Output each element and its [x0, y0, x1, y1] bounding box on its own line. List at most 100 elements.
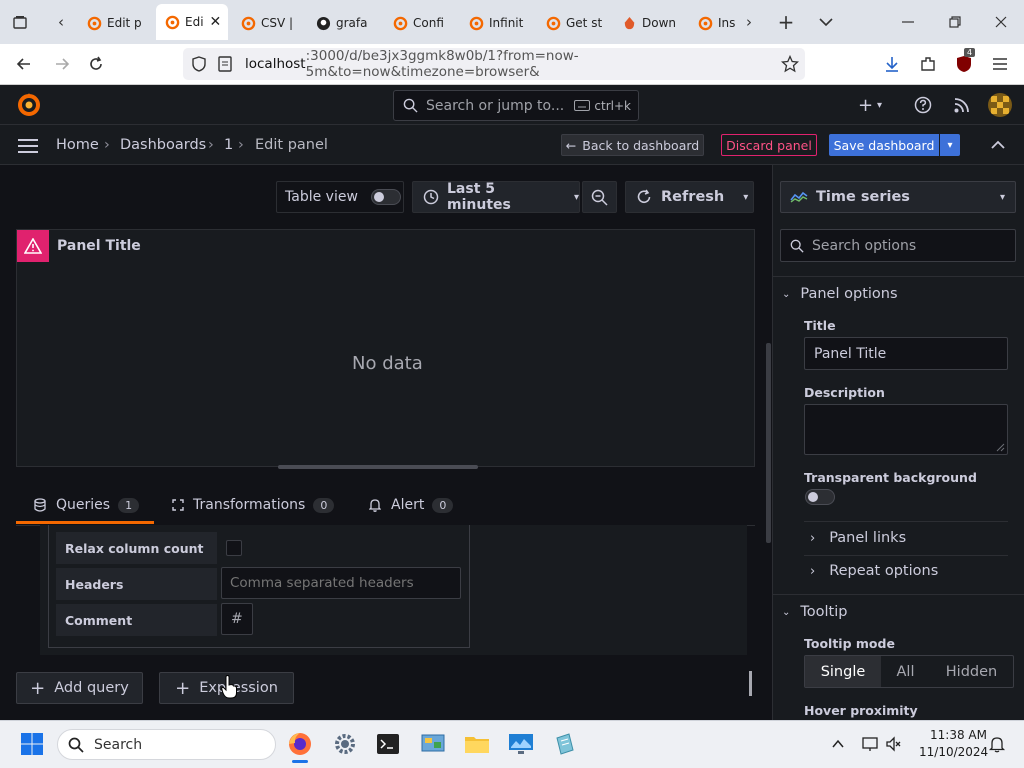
collapse-toolbar-icon[interactable]	[990, 138, 1006, 152]
back-to-dashboard-button[interactable]: ← Back to dashboard	[561, 134, 704, 156]
breadcrumb-home[interactable]: Home	[56, 137, 99, 153]
clock-time[interactable]: 11:38 AM	[930, 728, 987, 742]
time-range-picker[interactable]: Last 5 minutes ▾	[412, 181, 580, 213]
tab-overview-icon[interactable]	[8, 11, 32, 33]
forward-icon[interactable]	[50, 52, 74, 76]
headers-input[interactable]	[221, 567, 461, 599]
notepad-app-icon[interactable]	[551, 730, 579, 758]
visualization-picker[interactable]: Time series ▾	[780, 181, 1016, 213]
minimize-window-icon[interactable]	[896, 10, 920, 34]
table-view-toggle[interactable]: Table view	[276, 181, 404, 213]
refresh-button[interactable]: Refresh ▾	[625, 181, 754, 213]
warning-icon[interactable]	[17, 230, 49, 262]
browser-tab[interactable]: Down	[621, 6, 683, 40]
terminal-icon[interactable]	[374, 730, 402, 758]
save-dashboard-button[interactable]: Save dashboard	[829, 134, 939, 156]
grafana-icon	[240, 15, 256, 31]
panel-resize-handle[interactable]	[278, 465, 478, 469]
back-icon[interactable]	[12, 52, 36, 76]
menu-icon[interactable]	[988, 52, 1012, 76]
volume-muted-icon[interactable]	[885, 735, 903, 753]
tooltip-header[interactable]: ⌄ Tooltip	[782, 604, 847, 620]
tabs-scroll-right-icon[interactable]: ›	[738, 11, 760, 33]
firefox-icon[interactable]	[286, 730, 314, 758]
add-query-button[interactable]: + Add query	[16, 672, 143, 704]
tooltip-mode-single[interactable]: Single	[805, 656, 881, 687]
grafana-icon	[164, 14, 180, 30]
browser-tab[interactable]: Edit p	[86, 6, 152, 40]
zoom-out-button[interactable]	[582, 181, 617, 213]
table-view-switch[interactable]	[370, 189, 401, 205]
resize-grip-icon	[996, 443, 1005, 452]
grafana-icon	[392, 15, 408, 31]
transparent-background-switch[interactable]	[805, 489, 835, 505]
network-icon[interactable]	[861, 735, 879, 753]
restore-window-icon[interactable]	[943, 10, 967, 34]
browser-tab[interactable]: CSV |	[240, 6, 300, 40]
help-icon[interactable]	[913, 95, 933, 115]
tab-alert[interactable]: Alert 0	[369, 497, 454, 513]
panel-options-header[interactable]: ⌄ Panel options	[782, 286, 898, 302]
repeat-options-header[interactable]: › Repeat options	[810, 563, 938, 579]
tooltip-mode-hidden[interactable]: Hidden	[930, 656, 1013, 687]
ublock-icon[interactable]: 4	[952, 48, 976, 76]
tab-title: Confi	[413, 16, 444, 30]
tooltip-mode-all[interactable]: All	[881, 656, 930, 687]
new-tab-icon[interactable]: +	[774, 10, 798, 34]
comment-input[interactable]: #	[221, 603, 253, 635]
taskbar-search[interactable]: Search	[57, 729, 276, 760]
time-series-icon	[790, 190, 808, 204]
search-bar[interactable]: Search or jump to... ctrl+k	[393, 90, 639, 121]
news-rss-icon[interactable]	[953, 96, 971, 114]
monitor-app-icon[interactable]	[507, 730, 535, 758]
discard-panel-button[interactable]: Discard panel	[721, 134, 817, 156]
extensions-icon[interactable]	[916, 52, 940, 76]
tab-queries[interactable]: Queries 1	[34, 497, 140, 513]
tabs-scroll-left-icon[interactable]: ‹	[50, 11, 72, 33]
browser-tab[interactable]: grafa	[315, 6, 377, 40]
grafana-icon	[697, 15, 713, 31]
settings-gear-icon[interactable]	[331, 730, 359, 758]
relax-column-count-checkbox[interactable]	[226, 540, 242, 556]
file-explorer-icon[interactable]	[463, 730, 491, 758]
notification-bell-icon[interactable]	[988, 735, 1006, 753]
avatar[interactable]	[988, 93, 1012, 117]
list-all-tabs-icon[interactable]	[814, 10, 838, 34]
breadcrumb-dashboards[interactable]: Dashboards	[120, 137, 206, 153]
page-info-icon[interactable]	[217, 56, 233, 72]
infinity-icon	[468, 15, 484, 31]
title-input[interactable]: Panel Title	[804, 337, 1008, 370]
shield-icon[interactable]	[191, 56, 207, 72]
grafana-logo-icon[interactable]	[16, 92, 42, 118]
description-textarea[interactable]	[804, 404, 1008, 455]
chevron-right-icon: ›	[810, 530, 816, 546]
reload-icon[interactable]	[84, 52, 108, 76]
transformations-count: 0	[313, 497, 335, 513]
close-tab-icon[interactable]: ✕	[210, 14, 222, 30]
clock-date[interactable]: 11/10/2024	[919, 745, 988, 759]
browser-tab-active[interactable]: Edi ✕	[156, 4, 228, 40]
browser-tab[interactable]: Confi	[392, 6, 454, 40]
breadcrumb-dashboard-1[interactable]: 1	[224, 137, 233, 153]
windows-start-icon[interactable]	[18, 730, 46, 758]
save-options-chevron-icon[interactable]: ▾	[940, 134, 960, 156]
panel-title[interactable]: Panel Title	[57, 238, 141, 254]
close-window-icon[interactable]	[989, 10, 1013, 34]
splitter-handle[interactable]	[766, 343, 771, 543]
plus-icon: +	[857, 94, 874, 116]
browser-tab[interactable]: Infinit	[468, 6, 534, 40]
url-bar[interactable]: localhost:3000/d/be3jx3ggmk8w0b/1?from=n…	[183, 48, 805, 80]
editor-scrollbar[interactable]	[749, 671, 752, 696]
browser-tab[interactable]: Ins	[697, 6, 737, 40]
bookmark-star-icon[interactable]	[778, 52, 802, 76]
hamburger-menu-icon[interactable]	[18, 138, 38, 154]
show-hidden-icons-chevron-icon[interactable]	[830, 736, 846, 752]
add-new-button[interactable]: + ▾	[853, 94, 887, 116]
tab-transformations[interactable]: Transformations 0	[171, 497, 335, 513]
browser-tab[interactable]: Get st	[545, 6, 607, 40]
search-options-input[interactable]: Search options	[780, 229, 1016, 262]
downloads-icon[interactable]	[880, 52, 904, 76]
panel-links-header[interactable]: › Panel links	[810, 530, 906, 546]
keyboard-icon	[574, 100, 591, 111]
control-panel-icon[interactable]	[419, 730, 447, 758]
